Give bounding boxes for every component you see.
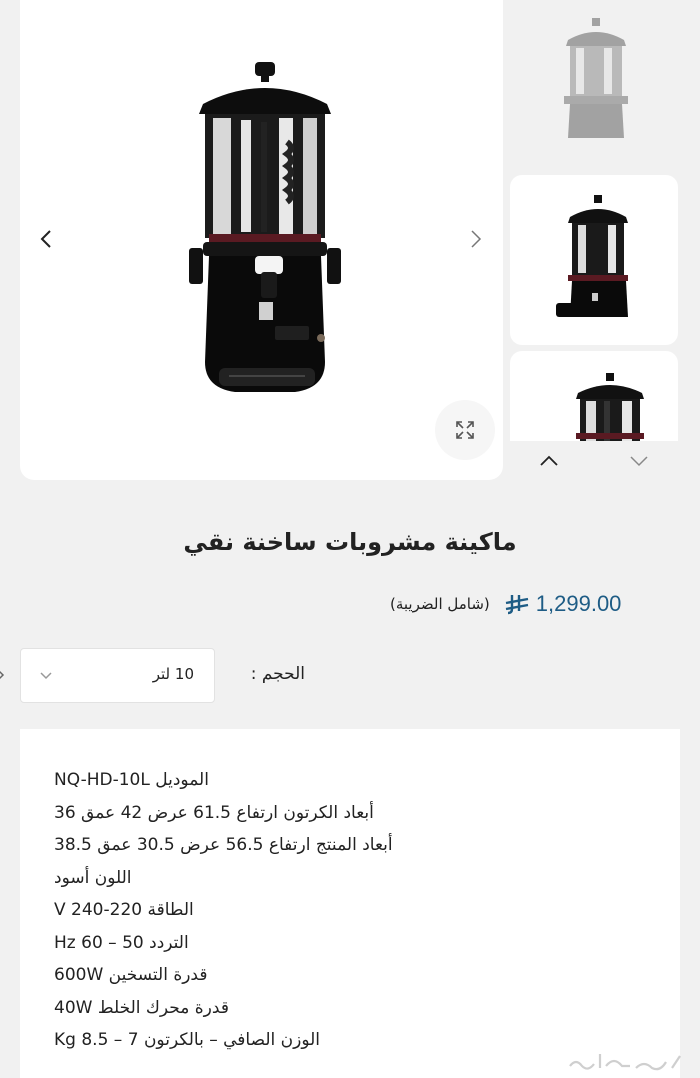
zoom-button[interactable] bbox=[435, 400, 495, 460]
product-title: ماكينة مشروبات ساخنة نقي bbox=[183, 528, 517, 556]
thumbnail-image bbox=[564, 18, 628, 138]
spec-item: قدرة التسخين 600W bbox=[54, 965, 208, 985]
chevron-up-icon[interactable] bbox=[537, 452, 561, 470]
thumbnail-image bbox=[556, 195, 628, 317]
thumbnail-1[interactable] bbox=[510, 0, 678, 160]
thumbnail-3[interactable] bbox=[510, 351, 678, 441]
spec-item: الوزن الصافي – بالكرتون 7 – 8.5 Kg bbox=[54, 1030, 321, 1050]
expand-icon bbox=[456, 421, 474, 439]
price-value: 1,299.00 bbox=[535, 591, 622, 616]
tax-note: (شامل الضريبة) bbox=[390, 595, 490, 613]
spec-item: اللون أسود bbox=[54, 867, 132, 888]
spec-item: أبعاد المنتج ارتفاع 56.5 عرض 30.5 عمق 38… bbox=[54, 835, 393, 855]
spec-item: التردد 50 – 60 Hz bbox=[54, 932, 189, 953]
main-image-card bbox=[20, 0, 503, 480]
size-select[interactable]: 10 لتر bbox=[20, 648, 215, 703]
thumbnail-image bbox=[576, 373, 644, 441]
spec-list: الموديل NQ-HD-10L أبعاد الكرتون ارتفاع 6… bbox=[54, 767, 393, 1060]
chevron-right-icon[interactable] bbox=[462, 225, 490, 253]
spec-item: الموديل NQ-HD-10L bbox=[54, 770, 209, 790]
saudi-riyal-icon bbox=[505, 595, 528, 615]
chevron-down-icon bbox=[40, 672, 52, 680]
spec-item: الطاقة 220-240 V bbox=[54, 900, 194, 920]
product-photo bbox=[189, 62, 341, 392]
price-row: (شامل الضريبة) 1,299.00 bbox=[390, 588, 690, 620]
thumbnail-2[interactable] bbox=[510, 175, 678, 345]
chevron-right-icon[interactable] bbox=[0, 668, 6, 682]
chevron-left-icon[interactable] bbox=[32, 225, 60, 253]
size-label: الحجم : bbox=[250, 664, 305, 684]
spec-item: أبعاد الكرتون ارتفاع 61.5 عرض 42 عمق 36 bbox=[54, 802, 374, 823]
spec-item: قدرة محرك الخلط 40W bbox=[54, 997, 229, 1018]
chevron-down-icon[interactable] bbox=[627, 452, 651, 470]
spec-card: الموديل NQ-HD-10L أبعاد الكرتون ارتفاع 6… bbox=[20, 729, 680, 1078]
haraj-watermark-logo bbox=[569, 1054, 681, 1071]
size-select-value: 10 لتر bbox=[152, 665, 194, 683]
